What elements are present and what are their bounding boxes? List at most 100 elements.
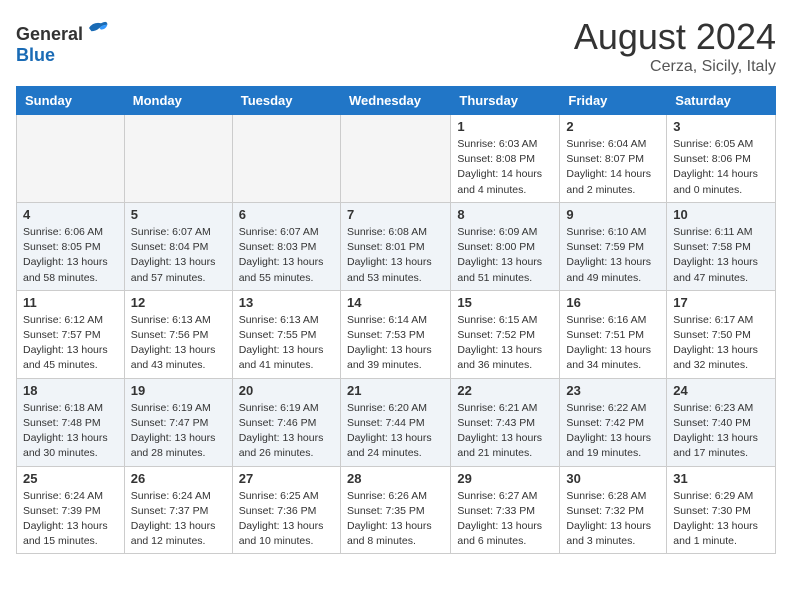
calendar-week-row: 11 Sunrise: 6:12 AMSunset: 7:57 PMDayligh… bbox=[17, 290, 776, 378]
calendar-cell: 1 Sunrise: 6:03 AMSunset: 8:08 PMDaylight… bbox=[451, 115, 560, 203]
cell-sun-info: Sunrise: 6:16 AMSunset: 7:51 PMDaylight:… bbox=[566, 313, 660, 374]
logo-bird-icon bbox=[85, 16, 109, 40]
calendar-cell: 16 Sunrise: 6:16 AMSunset: 7:51 PMDayligh… bbox=[560, 290, 667, 378]
calendar-cell bbox=[232, 115, 340, 203]
day-number: 15 bbox=[457, 295, 553, 310]
day-number: 26 bbox=[131, 471, 226, 486]
day-number: 8 bbox=[457, 207, 553, 222]
calendar-cell: 15Sunrise: 6:15 AMSunset: 7:52 PMDayligh… bbox=[451, 290, 560, 378]
calendar-week-row: 4Sunrise: 6:06 AMSunset: 8:05 PMDaylight… bbox=[17, 202, 776, 290]
cell-sun-info: Sunrise: 6:24 AMSunset: 7:39 PMDaylight:… bbox=[23, 489, 118, 550]
logo: General Blue bbox=[16, 16, 109, 66]
day-number: 1 bbox=[457, 119, 553, 134]
cell-sun-info: Sunrise: 6:18 AMSunset: 7:48 PMDaylight:… bbox=[23, 401, 118, 462]
weekday-header: Monday bbox=[124, 87, 232, 115]
calendar-table: SundayMondayTuesdayWednesdayThursdayFrid… bbox=[16, 86, 776, 554]
day-number: 17 bbox=[673, 295, 769, 310]
cell-sun-info: Sunrise: 6:09 AMSunset: 8:00 PMDaylight:… bbox=[457, 225, 553, 286]
day-number: 31 bbox=[673, 471, 769, 486]
day-number: 23 bbox=[566, 383, 660, 398]
day-number: 13 bbox=[239, 295, 334, 310]
day-number: 19 bbox=[131, 383, 226, 398]
calendar-cell: 29 Sunrise: 6:27 AMSunset: 7:33 PMDayligh… bbox=[451, 466, 560, 554]
cell-sun-info: Sunrise: 6:14 AMSunset: 7:53 PMDaylight:… bbox=[347, 313, 444, 374]
cell-sun-info: Sunrise: 6:20 AMSunset: 7:44 PMDaylight:… bbox=[347, 401, 444, 462]
calendar-cell: 4Sunrise: 6:06 AMSunset: 8:05 PMDaylight… bbox=[17, 202, 125, 290]
calendar-cell: 17Sunrise: 6:17 AMSunset: 7:50 PMDayligh… bbox=[667, 290, 776, 378]
day-number: 5 bbox=[131, 207, 226, 222]
day-number: 11 bbox=[23, 295, 118, 310]
calendar-cell: 18Sunrise: 6:18 AMSunset: 7:48 PMDayligh… bbox=[17, 378, 125, 466]
calendar-cell: 25 Sunrise: 6:24 AMSunset: 7:39 PMDayligh… bbox=[17, 466, 125, 554]
cell-sun-info: Sunrise: 6:24 AMSunset: 7:37 PMDaylight:… bbox=[131, 489, 226, 550]
cell-sun-info: Sunrise: 6:28 AMSunset: 7:32 PMDaylight:… bbox=[566, 489, 660, 550]
cell-sun-info: Sunrise: 6:29 AMSunset: 7:30 PMDaylight:… bbox=[673, 489, 769, 550]
cell-sun-info: Sunrise: 6:11 AMSunset: 7:58 PMDaylight:… bbox=[673, 225, 769, 286]
cell-sun-info: Sunrise: 6:13 AMSunset: 7:55 PMDaylight:… bbox=[239, 313, 334, 374]
cell-sun-info: Sunrise: 6:27 AMSunset: 7:33 PMDaylight:… bbox=[457, 489, 553, 550]
page-header: General Blue August 2024 Cerza, Sicily, … bbox=[16, 16, 776, 76]
day-number: 6 bbox=[239, 207, 334, 222]
title-section: August 2024 Cerza, Sicily, Italy bbox=[574, 16, 776, 76]
cell-sun-info: Sunrise: 6:06 AMSunset: 8:05 PMDaylight:… bbox=[23, 225, 118, 286]
logo-blue: Blue bbox=[16, 45, 55, 65]
calendar-cell: 6Sunrise: 6:07 AMSunset: 8:03 PMDaylight… bbox=[232, 202, 340, 290]
calendar-cell: 23 Sunrise: 6:22 AMSunset: 7:42 PMDayligh… bbox=[560, 378, 667, 466]
day-number: 9 bbox=[566, 207, 660, 222]
day-number: 25 bbox=[23, 471, 118, 486]
calendar-cell: 24Sunrise: 6:23 AMSunset: 7:40 PMDayligh… bbox=[667, 378, 776, 466]
location-subtitle: Cerza, Sicily, Italy bbox=[574, 58, 776, 76]
logo-text: General Blue bbox=[16, 16, 109, 66]
day-number: 10 bbox=[673, 207, 769, 222]
calendar-cell bbox=[17, 115, 125, 203]
calendar-cell: 22Sunrise: 6:21 AMSunset: 7:43 PMDayligh… bbox=[451, 378, 560, 466]
day-number: 27 bbox=[239, 471, 334, 486]
weekday-header: Saturday bbox=[667, 87, 776, 115]
calendar-cell: 19 Sunrise: 6:19 AMSunset: 7:47 PMDayligh… bbox=[124, 378, 232, 466]
cell-sun-info: Sunrise: 6:13 AMSunset: 7:56 PMDaylight:… bbox=[131, 313, 226, 374]
day-number: 21 bbox=[347, 383, 444, 398]
cell-sun-info: Sunrise: 6:22 AMSunset: 7:42 PMDaylight:… bbox=[566, 401, 660, 462]
calendar-cell: 14 Sunrise: 6:14 AMSunset: 7:53 PMDayligh… bbox=[340, 290, 450, 378]
day-number: 22 bbox=[457, 383, 553, 398]
day-number: 29 bbox=[457, 471, 553, 486]
cell-sun-info: Sunrise: 6:19 AMSunset: 7:47 PMDaylight:… bbox=[131, 401, 226, 462]
day-number: 30 bbox=[566, 471, 660, 486]
calendar-cell: 8 Sunrise: 6:09 AMSunset: 8:00 PMDaylight… bbox=[451, 202, 560, 290]
cell-sun-info: Sunrise: 6:26 AMSunset: 7:35 PMDaylight:… bbox=[347, 489, 444, 550]
cell-sun-info: Sunrise: 6:07 AMSunset: 8:04 PMDaylight:… bbox=[131, 225, 226, 286]
calendar-week-row: 18Sunrise: 6:18 AMSunset: 7:48 PMDayligh… bbox=[17, 378, 776, 466]
day-number: 2 bbox=[566, 119, 660, 134]
cell-sun-info: Sunrise: 6:04 AMSunset: 8:07 PMDaylight:… bbox=[566, 137, 660, 198]
calendar-cell bbox=[124, 115, 232, 203]
calendar-week-row: 1 Sunrise: 6:03 AMSunset: 8:08 PMDaylight… bbox=[17, 115, 776, 203]
calendar-cell: 5 Sunrise: 6:07 AMSunset: 8:04 PMDaylight… bbox=[124, 202, 232, 290]
weekday-header: Wednesday bbox=[340, 87, 450, 115]
calendar-cell: 31 Sunrise: 6:29 AMSunset: 7:30 PMDayligh… bbox=[667, 466, 776, 554]
cell-sun-info: Sunrise: 6:05 AMSunset: 8:06 PMDaylight:… bbox=[673, 137, 769, 198]
calendar-cell: 9Sunrise: 6:10 AMSunset: 7:59 PMDaylight… bbox=[560, 202, 667, 290]
cell-sun-info: Sunrise: 6:25 AMSunset: 7:36 PMDaylight:… bbox=[239, 489, 334, 550]
calendar-week-row: 25 Sunrise: 6:24 AMSunset: 7:39 PMDayligh… bbox=[17, 466, 776, 554]
calendar-cell bbox=[340, 115, 450, 203]
calendar-cell: 27 Sunrise: 6:25 AMSunset: 7:36 PMDayligh… bbox=[232, 466, 340, 554]
day-number: 14 bbox=[347, 295, 444, 310]
calendar-cell: 10 Sunrise: 6:11 AMSunset: 7:58 PMDayligh… bbox=[667, 202, 776, 290]
calendar-cell: 11 Sunrise: 6:12 AMSunset: 7:57 PMDayligh… bbox=[17, 290, 125, 378]
cell-sun-info: Sunrise: 6:12 AMSunset: 7:57 PMDaylight:… bbox=[23, 313, 118, 374]
calendar-cell: 21 Sunrise: 6:20 AMSunset: 7:44 PMDayligh… bbox=[340, 378, 450, 466]
calendar-cell: 13 Sunrise: 6:13 AMSunset: 7:55 PMDayligh… bbox=[232, 290, 340, 378]
day-number: 16 bbox=[566, 295, 660, 310]
calendar-cell: 26 Sunrise: 6:24 AMSunset: 7:37 PMDayligh… bbox=[124, 466, 232, 554]
day-number: 7 bbox=[347, 207, 444, 222]
cell-sun-info: Sunrise: 6:08 AMSunset: 8:01 PMDaylight:… bbox=[347, 225, 444, 286]
cell-sun-info: Sunrise: 6:03 AMSunset: 8:08 PMDaylight:… bbox=[457, 137, 553, 198]
month-year-title: August 2024 bbox=[574, 16, 776, 58]
logo-general: General bbox=[16, 24, 83, 44]
weekday-header: Sunday bbox=[17, 87, 125, 115]
weekday-header: Friday bbox=[560, 87, 667, 115]
calendar-cell: 30 Sunrise: 6:28 AMSunset: 7:32 PMDayligh… bbox=[560, 466, 667, 554]
day-number: 28 bbox=[347, 471, 444, 486]
calendar-cell: 20Sunrise: 6:19 AMSunset: 7:46 PMDayligh… bbox=[232, 378, 340, 466]
calendar-cell: 12Sunrise: 6:13 AMSunset: 7:56 PMDayligh… bbox=[124, 290, 232, 378]
